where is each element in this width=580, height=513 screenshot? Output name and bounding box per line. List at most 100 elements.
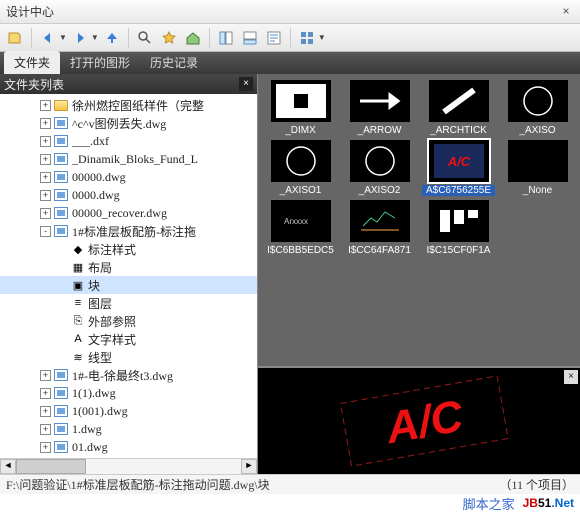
block-item[interactable]: I$CC64FA871 <box>343 200 416 256</box>
scroll-right-icon[interactable]: ► <box>241 459 257 474</box>
back-icon[interactable] <box>37 27 59 49</box>
forward-icon[interactable] <box>69 27 91 49</box>
line-icon: ≋ <box>71 351 85 363</box>
search-icon[interactable] <box>134 27 156 49</box>
views-icon[interactable] <box>296 27 318 49</box>
block-item[interactable]: A/CA$C6756255E <box>422 140 495 196</box>
block-label: I$CC64FA871 <box>343 245 416 256</box>
block-thumb[interactable] <box>271 140 331 182</box>
expander-icon[interactable]: + <box>40 406 51 417</box>
tree-item[interactable]: +_Dinamik_Bloks_Fund_L <box>0 150 257 168</box>
expander-icon[interactable]: + <box>40 424 51 435</box>
dwg-icon <box>53 188 69 202</box>
block-thumb[interactable] <box>508 80 568 122</box>
block-item[interactable]: _None <box>501 140 574 196</box>
tree-item[interactable]: +1#-电-徐最终t3.dwg <box>0 366 257 384</box>
layer-icon: ≡ <box>71 297 85 309</box>
expander-icon[interactable]: + <box>40 208 51 219</box>
tree-item[interactable]: +0000.dwg <box>0 186 257 204</box>
tree-item[interactable]: ≡图层 <box>0 294 257 312</box>
tab-folders[interactable]: 文件夹 <box>4 51 60 74</box>
block-grid-inner: _DIMX_ARROW_ARCHTICK_AXISO _AXISO1_AXISO2… <box>264 80 574 256</box>
description-toggle-icon[interactable] <box>263 27 285 49</box>
tree-item[interactable]: ⎘外部参照 <box>0 312 257 330</box>
preview-toggle-icon[interactable] <box>239 27 261 49</box>
block-item[interactable]: _DIMX <box>264 80 337 136</box>
dwg-icon <box>53 368 69 382</box>
block-thumb[interactable]: A/C <box>429 140 489 182</box>
status-bar: F:\问题验证\1#标准层板配筋-标注拖动问题.dwg\块 （11 个项目） <box>0 474 580 494</box>
expander-icon[interactable]: + <box>40 190 51 201</box>
tree-toggle-icon[interactable] <box>215 27 237 49</box>
svg-text:Arxxxx: Arxxxx <box>284 217 308 226</box>
right-pane: _DIMX_ARROW_ARCHTICK_AXISO _AXISO1_AXISO2… <box>258 74 580 474</box>
block-thumb[interactable]: Arxxxx <box>271 200 331 242</box>
expander-icon[interactable]: + <box>40 100 51 111</box>
block-thumb[interactable] <box>429 200 489 242</box>
tree-item[interactable]: +00000_recover.dwg <box>0 204 257 222</box>
block-thumb[interactable] <box>350 80 410 122</box>
block-item[interactable]: _AXISO2 <box>343 140 416 196</box>
tree-item[interactable]: +1(1).dwg <box>0 384 257 402</box>
dwg-icon <box>53 206 69 220</box>
load-icon[interactable] <box>4 27 26 49</box>
tree-item[interactable]: ◆标注样式 <box>0 240 257 258</box>
scroll-left-icon[interactable]: ◄ <box>0 459 16 474</box>
tree-label: 布局 <box>88 259 112 276</box>
scroll-thumb[interactable] <box>16 459 86 474</box>
favorites-icon[interactable] <box>158 27 180 49</box>
block-thumb[interactable] <box>508 140 568 182</box>
block-label: _None <box>501 185 574 196</box>
scroll-track[interactable] <box>16 459 241 474</box>
expander-icon[interactable]: + <box>40 370 51 381</box>
expander-icon[interactable]: + <box>40 136 51 147</box>
dwg-icon <box>53 152 69 166</box>
tree-label: 1#-电-徐最终t3.dwg <box>72 367 173 384</box>
block-item[interactable]: _AXISO <box>501 80 574 136</box>
block-thumb[interactable] <box>350 200 410 242</box>
left-close-icon[interactable]: × <box>239 77 253 91</box>
tab-open-drawings[interactable]: 打开的图形 <box>60 51 140 74</box>
block-item[interactable]: I$C15CF0F1A <box>422 200 495 256</box>
block-item[interactable]: _AXISO1 <box>264 140 337 196</box>
expander-icon[interactable]: + <box>40 442 51 453</box>
block-thumb[interactable] <box>429 80 489 122</box>
tree-label: ^c^v图例丢失.dwg <box>72 115 166 132</box>
tree-item[interactable]: ≋线型 <box>0 348 257 366</box>
tab-history[interactable]: 历史记录 <box>140 51 208 74</box>
expander-icon[interactable]: + <box>40 118 51 129</box>
tree-item[interactable]: +01.dwg <box>0 438 257 456</box>
block-item[interactable]: _ARCHTICK <box>422 80 495 136</box>
views-dropdown-icon[interactable]: ▼ <box>318 33 326 42</box>
h-scrollbar[interactable]: ◄ ► <box>0 458 257 474</box>
up-icon[interactable] <box>101 27 123 49</box>
block-thumb[interactable] <box>271 80 331 122</box>
forward-dropdown-icon[interactable]: ▼ <box>91 33 99 42</box>
tree-item[interactable]: - 1#标准层板配筋-标注拖 <box>0 222 257 240</box>
expander-icon[interactable]: + <box>40 388 51 399</box>
close-icon[interactable]: × <box>558 4 574 20</box>
tree-label: 外部参照 <box>88 313 136 330</box>
home-icon[interactable] <box>182 27 204 49</box>
tree-label: 1#标准层板配筋-标注拖 <box>72 223 196 240</box>
tree-item[interactable]: ▣块 <box>0 276 257 294</box>
folder-tree[interactable]: +徐州燃控图纸样件（完整+^c^v图例丢失.dwg+___.dxf+_Dinam… <box>0 94 257 458</box>
block-thumb[interactable] <box>350 140 410 182</box>
block-item[interactable]: ArxxxxI$C6BB5EDC5 <box>264 200 337 256</box>
expander-icon[interactable]: - <box>40 226 51 237</box>
separator <box>290 28 291 48</box>
tree-item[interactable]: +00000.dwg <box>0 168 257 186</box>
block-item[interactable]: _ARROW <box>343 80 416 136</box>
tree-item[interactable]: A文字样式 <box>0 330 257 348</box>
tree-item[interactable]: +1.dwg <box>0 420 257 438</box>
watermark-zh: 脚本之家 <box>463 494 515 513</box>
expander-icon[interactable]: + <box>40 154 51 165</box>
tree-item[interactable]: +___.dxf <box>0 132 257 150</box>
tree-item[interactable]: ▦布局 <box>0 258 257 276</box>
tree-item[interactable]: +1(001).dwg <box>0 402 257 420</box>
expander-icon[interactable]: + <box>40 172 51 183</box>
preview-close-icon[interactable]: × <box>564 370 578 384</box>
tree-item[interactable]: +徐州燃控图纸样件（完整 <box>0 96 257 114</box>
back-dropdown-icon[interactable]: ▼ <box>59 33 67 42</box>
tree-item[interactable]: + ^c^v图例丢失.dwg <box>0 114 257 132</box>
